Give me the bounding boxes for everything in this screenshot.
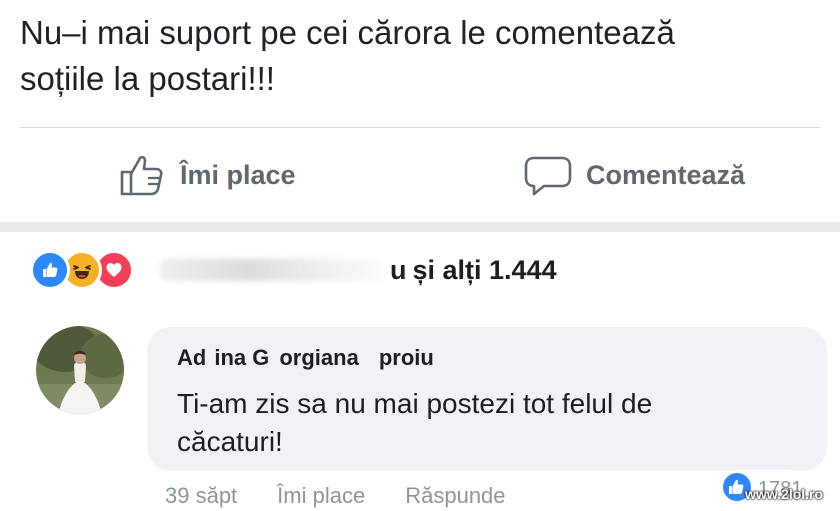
comment-like-link[interactable]: Îmi place <box>277 483 365 509</box>
post-text-line: Nu–i mai suport pe cei cărora le comente… <box>20 14 675 51</box>
redaction-blot <box>206 348 215 368</box>
comment-reply-link[interactable]: Răspunde <box>405 483 505 509</box>
speech-bubble-icon <box>524 152 572 198</box>
comment-button-label: Comentează <box>586 159 746 190</box>
comment-author-part: proiu <box>378 345 434 370</box>
post-text-line: soțiile la postari!!! <box>20 60 275 97</box>
comment-text: Ti-am zis sa nu mai postezi tot felul de… <box>177 385 797 461</box>
like-reaction-icon <box>30 250 70 290</box>
comment-bubble: Ad ina G orgiana proiu Ti-am zis sa nu m… <box>147 327 827 471</box>
redaction-blot <box>358 347 379 369</box>
comment-text-line: Ti-am zis sa nu mai postezi tot felul de <box>177 388 653 419</box>
redacted-names <box>160 259 384 281</box>
comment-meta: 39 săpt Îmi place Răspunde <box>165 481 546 511</box>
comment-text-line: căcaturi! <box>177 426 283 457</box>
thumbs-up-icon <box>118 152 166 198</box>
comment-author-part: orgiana <box>279 345 359 370</box>
like-button[interactable]: Îmi place <box>118 148 296 202</box>
comment-timestamp[interactable]: 39 săpt <box>165 483 237 509</box>
site-watermark: www.2lol.ro <box>745 486 824 502</box>
post-text: Nu–i mai suport pe cei cărora le comente… <box>20 10 810 102</box>
like-button-label: Îmi place <box>180 159 296 190</box>
reactions-others-count[interactable]: și alți 1.444 <box>413 255 557 286</box>
comment-author[interactable]: Ad ina G orgiana proiu <box>177 345 434 371</box>
redaction-blot <box>269 347 280 369</box>
avatar[interactable] <box>36 326 124 414</box>
reactions-names-suffix: u <box>390 254 407 285</box>
comment-author-part: ina G <box>214 345 270 370</box>
comment-author-part: Ad <box>177 345 207 370</box>
comment-button[interactable]: Comentează <box>524 148 745 202</box>
section-separator <box>0 222 840 232</box>
post-action-bar: Îmi place Comentează <box>0 128 840 222</box>
reactions-summary[interactable]: u și alți 1.444 <box>30 247 557 293</box>
